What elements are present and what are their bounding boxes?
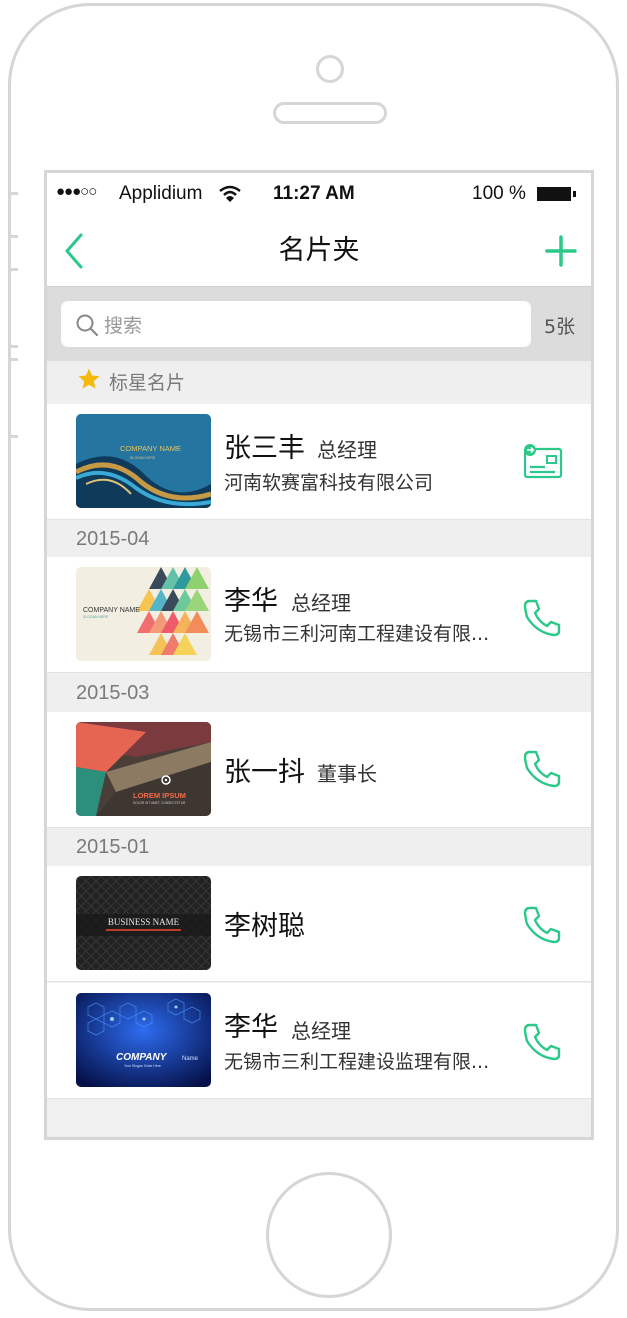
phone-icon[interactable] (521, 1021, 563, 1063)
card-thumb-slogan: SLOGAN HERE (83, 615, 109, 619)
contact-title: 总经理 (291, 591, 351, 615)
card-image-blue-hex: COMPANY Name Your Slogan Goes Here (76, 993, 211, 1087)
card-count: 5张 (544, 316, 576, 338)
contact-title: 总经理 (291, 1019, 351, 1043)
card-image-dark: BUSINESS NAME (76, 876, 211, 970)
mute-switch (8, 192, 18, 238)
list-item[interactable]: LOREM IPSUM DOLOR SIT AMET, CONSECTETUR … (47, 712, 591, 828)
list-item[interactable]: BUSINESS NAME 李树聪 (47, 866, 591, 982)
carrier-name: Applidium (119, 183, 203, 204)
earpiece-speaker (273, 102, 387, 124)
card-thumb-text-2: Name (182, 1056, 199, 1062)
battery-icon (537, 187, 571, 201)
list-item[interactable]: COMPANY NAME SLOGAN HERE 张三丰 总经理 河南软赛富科技… (47, 404, 591, 520)
search-icon (76, 314, 99, 337)
nav-bar: 名片夹 (47, 217, 591, 287)
card-thumb-slogan: Your Slogan Goes Here (124, 1064, 161, 1068)
card-thumb-text: LOREM IPSUM (133, 791, 186, 800)
search-bar: 搜索 5张 (47, 287, 591, 361)
card-thumb-text: COMPANY (116, 1052, 168, 1063)
status-bar: ●●●○○ Applidium 11:27 AM 100 % (47, 173, 591, 217)
home-button[interactable] (266, 1172, 392, 1298)
front-camera (316, 55, 344, 83)
contact-title: 董事长 (317, 762, 377, 786)
card-thumbnail: BUSINESS NAME (76, 876, 211, 970)
card-thumbnail: COMPANY Name Your Slogan Goes Here (76, 993, 211, 1087)
contact-name: 张三丰 (224, 433, 305, 464)
section-header-date: 2015-04 (47, 521, 591, 557)
section-header-date: 2015-03 (47, 675, 591, 711)
card-image-blue-wave: COMPANY NAME SLOGAN HERE (76, 414, 211, 508)
contact-name: 李华 (224, 1012, 278, 1043)
volume-down-button (8, 358, 18, 438)
clock: 11:27 AM (273, 183, 355, 204)
card-thumbnail: COMPANY NAME SLOGAN HERE (76, 567, 211, 661)
card-thumb-slogan: DOLOR SIT AMET, CONSECTETUR (133, 801, 186, 805)
card-thumbnail: LOREM IPSUM DOLOR SIT AMET, CONSECTETUR (76, 722, 211, 816)
volume-up-button (8, 268, 18, 348)
phone-icon[interactable] (521, 597, 563, 639)
list-item[interactable]: COMPANY Name Your Slogan Goes Here 李华 总经… (47, 983, 591, 1099)
add-icon[interactable] (543, 233, 579, 269)
section-header-date: 2015-01 (47, 829, 591, 865)
card-image-triangles: COMPANY NAME SLOGAN HERE (76, 567, 211, 661)
list-footer (47, 1102, 591, 1137)
contact-name: 李树聪 (224, 911, 305, 942)
contact-name: 张一抖 (224, 757, 305, 788)
business-card-icon[interactable] (521, 441, 563, 483)
card-thumb-text: BUSINESS NAME (108, 917, 180, 927)
battery-tip (573, 191, 576, 197)
phone-icon[interactable] (521, 748, 563, 790)
card-thumb-text: COMPANY NAME (120, 444, 181, 453)
search-input[interactable]: 搜索 (61, 301, 531, 347)
wifi-icon (219, 185, 241, 202)
contact-name: 李华 (224, 586, 278, 617)
signal-strength: ●●●○○ (56, 183, 97, 200)
card-thumb-slogan: SLOGAN HERE (130, 456, 156, 460)
contact-title: 总经理 (317, 438, 377, 462)
search-placeholder: 搜索 (104, 315, 143, 337)
star-icon (78, 368, 100, 389)
card-thumbnail: COMPANY NAME SLOGAN HERE (76, 414, 211, 508)
app-screen: ●●●○○ Applidium 11:27 AM 100 % 名片夹 搜索 5张… (44, 170, 594, 1140)
list-item[interactable]: COMPANY NAME SLOGAN HERE 李华 总经理 无锡市三利河南工… (47, 557, 591, 673)
card-thumb-text: COMPANY NAME (83, 607, 140, 614)
contact-company: 无锡市三利工程建设监理有限... (224, 1051, 490, 1073)
contact-company: 河南软赛富科技有限公司 (224, 472, 434, 494)
phone-icon[interactable] (521, 904, 563, 946)
card-image-geometric: LOREM IPSUM DOLOR SIT AMET, CONSECTETUR (76, 722, 211, 816)
battery-percent: 100 % (472, 183, 526, 204)
page-title: 名片夹 (278, 235, 360, 266)
contact-company: 无锡市三利河南工程建设有限... (224, 623, 490, 645)
section-header-starred: 标星名片 (47, 361, 591, 397)
